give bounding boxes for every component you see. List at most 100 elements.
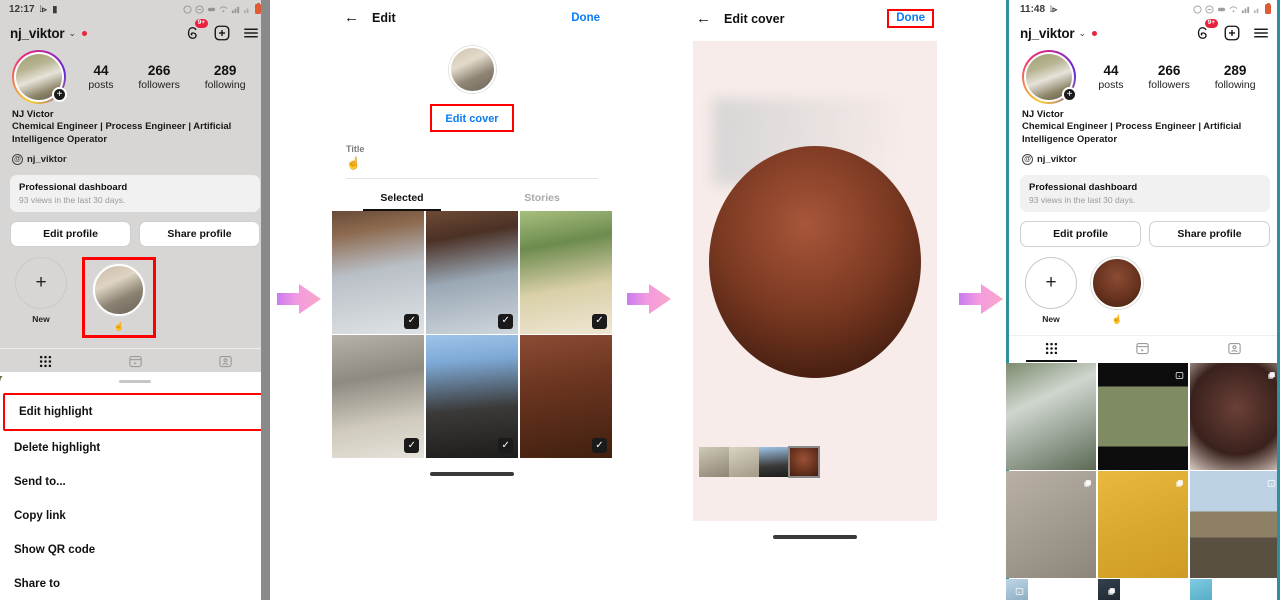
menu-icon[interactable] xyxy=(1252,24,1270,42)
new-highlight-label: New xyxy=(1042,313,1060,324)
post-cell[interactable] xyxy=(1189,471,1280,578)
reels-tab[interactable] xyxy=(1097,336,1188,362)
back-arrow-icon[interactable]: ← xyxy=(344,9,362,26)
grid-tab[interactable] xyxy=(1006,336,1097,362)
cover-crop-circle[interactable] xyxy=(709,145,921,378)
post-cell[interactable] xyxy=(1189,363,1280,470)
tab-selected[interactable]: Selected xyxy=(332,192,472,211)
filmstrip-frame-selected[interactable] xyxy=(788,446,820,478)
sheet-item-share-to[interactable]: Share to xyxy=(0,567,270,600)
stat-label: following xyxy=(1214,79,1256,91)
check-icon[interactable]: ✓ xyxy=(404,313,420,329)
check-icon[interactable]: ✓ xyxy=(592,313,607,329)
post-cell[interactable] xyxy=(1097,471,1189,578)
done-button[interactable]: Done xyxy=(571,12,600,24)
flow-arrow-1 xyxy=(273,279,325,319)
story-cell[interactable]: ✓ xyxy=(332,211,425,334)
stat-following[interactable]: 289 following xyxy=(1215,63,1256,91)
post-cell[interactable] xyxy=(1006,363,1097,470)
title-input[interactable]: ☝ xyxy=(346,156,598,170)
sheet-item-show-qr-code[interactable]: Show QR code xyxy=(0,533,270,567)
profile-username[interactable]: nj_viktor xyxy=(1020,26,1075,41)
new-highlight-button[interactable]: + New xyxy=(1022,256,1080,324)
unread-dot xyxy=(1092,30,1098,36)
sheet-item-edit-highlight[interactable]: Edit highlight xyxy=(5,395,265,429)
story-cell[interactable]: ✓ xyxy=(332,335,425,459)
story-cell[interactable]: ✓ xyxy=(519,335,612,459)
filmstrip-frame[interactable] xyxy=(699,447,729,477)
tagged-tab[interactable] xyxy=(1189,336,1280,362)
professional-dashboard-card[interactable]: Professional dashboard 93 views in the l… xyxy=(1020,174,1270,212)
avatar[interactable]: + xyxy=(1022,50,1077,104)
edit-highlight-option-box[interactable]: Edit highlight xyxy=(3,393,267,431)
tagged-tab[interactable] xyxy=(180,349,270,375)
threads-at-icon: @ xyxy=(12,153,23,165)
check-icon[interactable]: ✓ xyxy=(498,438,514,454)
check-icon[interactable]: ✓ xyxy=(592,438,607,454)
tab-stories[interactable]: Stories xyxy=(472,192,612,211)
menu-icon[interactable] xyxy=(242,24,260,42)
edit-cover-button[interactable]: Edit cover xyxy=(445,113,498,125)
title-divider xyxy=(346,178,598,179)
signal2-icon xyxy=(1253,5,1262,14)
share-profile-button[interactable]: Share profile xyxy=(1149,220,1270,247)
stat-value: 266 xyxy=(147,63,171,78)
profile-stats: 44 posts 266 followers 289 following xyxy=(70,63,258,91)
story-cell[interactable]: ✓ xyxy=(425,335,519,459)
share-profile-button[interactable]: Share profile xyxy=(139,220,260,247)
story-cell[interactable]: ✓ xyxy=(519,211,612,334)
home-indicator xyxy=(773,535,857,539)
post-cell[interactable] xyxy=(1006,579,1029,600)
stat-posts[interactable]: 44 posts xyxy=(1098,63,1123,91)
add-story-icon[interactable]: + xyxy=(1062,87,1077,102)
highlight-item[interactable]: ☝ xyxy=(1088,256,1146,325)
chevron-down-icon[interactable]: ⌄ xyxy=(68,28,76,39)
post-cell[interactable] xyxy=(1097,579,1120,600)
edit-profile-button[interactable]: Edit profile xyxy=(10,220,131,247)
sheet-item-delete-highlight[interactable]: Delete highlight xyxy=(0,431,270,465)
post-cell[interactable] xyxy=(1189,579,1212,600)
stat-followers[interactable]: 266 followers xyxy=(138,63,179,91)
chevron-down-icon[interactable]: ⌄ xyxy=(1078,28,1086,39)
threads-handle-row[interactable]: @ nj_viktor xyxy=(1022,153,1268,165)
sheet-grabber[interactable] xyxy=(119,380,151,383)
carousel-badge-icon xyxy=(1175,475,1184,488)
professional-dashboard-card[interactable]: Professional dashboard 93 views in the l… xyxy=(10,174,260,212)
stat-followers[interactable]: 266 followers xyxy=(1148,63,1189,91)
highlight-cover-image[interactable] xyxy=(93,263,145,316)
add-story-icon[interactable]: + xyxy=(52,87,67,102)
grid-tab[interactable] xyxy=(0,349,90,375)
new-highlight-button[interactable]: + New xyxy=(12,256,70,324)
profile-nav: nj_viktor ⌄ 9+ xyxy=(1006,18,1280,44)
done-button[interactable]: Done xyxy=(887,9,934,28)
dashboard-subtitle: 93 views in the last 30 days. xyxy=(1029,194,1136,205)
battery-icon xyxy=(1265,2,1271,14)
sheet-item-send-to[interactable]: Send to... xyxy=(0,465,270,499)
filmstrip-frame[interactable] xyxy=(759,447,789,477)
reels-tab[interactable] xyxy=(90,349,180,375)
back-arrow-icon[interactable]: ← xyxy=(696,10,714,27)
cover-crop-canvas[interactable] xyxy=(693,41,937,521)
threads-icon[interactable]: 9+ xyxy=(1194,19,1218,42)
avatar[interactable]: + xyxy=(12,50,67,104)
sheet-item-copy-link[interactable]: Copy link xyxy=(0,499,270,533)
highlight-item-selected-box[interactable]: ☝ xyxy=(82,256,156,338)
title-field[interactable]: Title ☝ xyxy=(332,132,612,170)
edit-profile-button[interactable]: Edit profile xyxy=(1020,220,1141,247)
check-icon[interactable]: ✓ xyxy=(498,313,514,329)
post-cell[interactable] xyxy=(1097,363,1189,470)
threads-icon[interactable]: 9+ xyxy=(184,19,208,42)
story-cell[interactable]: ✓ xyxy=(425,211,519,334)
stat-following[interactable]: 289 following xyxy=(205,63,246,91)
threads-handle-row[interactable]: @ nj_viktor xyxy=(12,153,258,165)
edit-cover-highlight-box[interactable]: Edit cover xyxy=(430,104,514,132)
post-cell[interactable] xyxy=(1006,471,1097,578)
new-post-icon[interactable] xyxy=(213,24,231,42)
check-icon[interactable]: ✓ xyxy=(404,438,420,454)
filmstrip-frame[interactable] xyxy=(729,447,759,477)
highlight-cover-image[interactable] xyxy=(1091,256,1143,309)
stat-posts[interactable]: 44 posts xyxy=(88,63,113,91)
profile-username[interactable]: nj_viktor xyxy=(10,26,65,41)
new-post-icon[interactable] xyxy=(1223,24,1241,42)
highlight-cover-preview[interactable] xyxy=(448,46,496,93)
